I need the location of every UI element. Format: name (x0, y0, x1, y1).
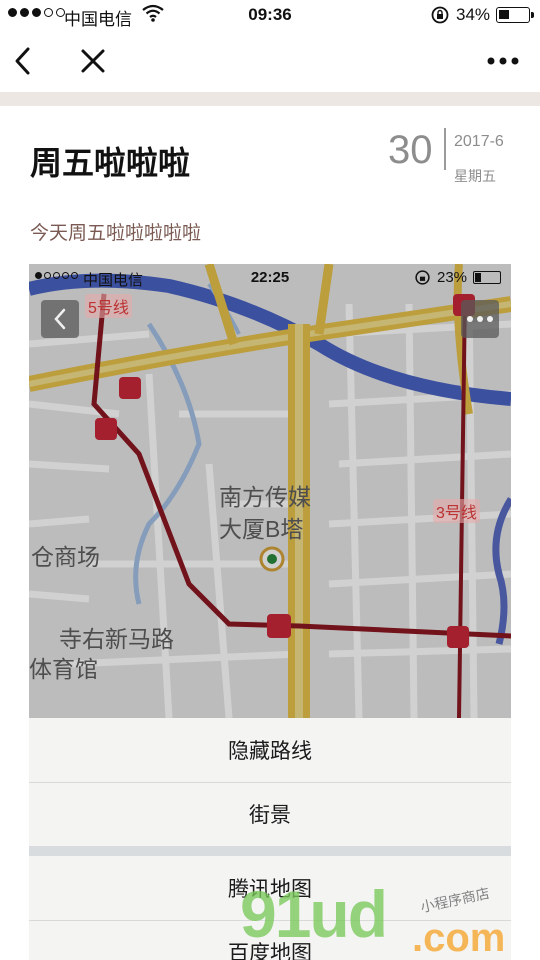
date-year-month: 2017-6 (454, 133, 504, 150)
battery-icon (496, 7, 530, 23)
watermark-suffix: .com (412, 916, 506, 960)
action-hide-route[interactable]: 隐藏路线 (29, 718, 511, 782)
battery-percent: 34% (456, 5, 491, 24)
more-dots-icon[interactable] (486, 44, 520, 78)
map-mall-label: 仓商场 (31, 544, 100, 570)
chevron-left-icon[interactable] (6, 44, 40, 78)
metro-line-5-tag: 5号线 (85, 294, 132, 318)
status-bar: 中国电信 09:36 34% (0, 0, 540, 30)
embedded-screenshot[interactable]: 南方传媒 大厦B塔 仓商场 寺右新马路 体育馆 5号线 3号线 中国电信 22:… (29, 264, 511, 960)
date-separator (444, 128, 446, 170)
watermark-logo: 91ud (240, 877, 388, 951)
map-poi-label-2: 大厦B塔 (219, 516, 304, 542)
map-poi-label-1: 南方传媒 (219, 484, 311, 510)
map-more-button[interactable] (461, 300, 499, 338)
map-back-button[interactable] (41, 300, 79, 338)
inner-status-bar: 中国电信 22:25 23% (29, 264, 511, 292)
date-day: 30 (388, 128, 433, 172)
nav-divider (0, 92, 540, 106)
battery-tip (531, 12, 534, 18)
map-road-label: 寺右新马路 (59, 626, 174, 652)
metro-line-3-tag: 3号线 (433, 499, 480, 523)
page-title: 周五啦啦啦 (30, 145, 191, 181)
nav-bar (0, 30, 540, 92)
inner-battery-icon (473, 271, 501, 284)
map-stadium-label: 体育馆 (29, 656, 98, 682)
rotation-lock-icon (430, 5, 450, 30)
inner-battery-percent: 23% (437, 269, 468, 286)
action-group-gap (29, 846, 511, 856)
action-street-view[interactable]: 街景 (29, 782, 511, 846)
date-weekday: 星期五 (454, 168, 496, 184)
article-subtitle: 今天周五啦啦啦啦啦 (30, 223, 202, 244)
inner-rotation-lock-icon (414, 269, 431, 290)
close-icon[interactable] (76, 44, 110, 78)
